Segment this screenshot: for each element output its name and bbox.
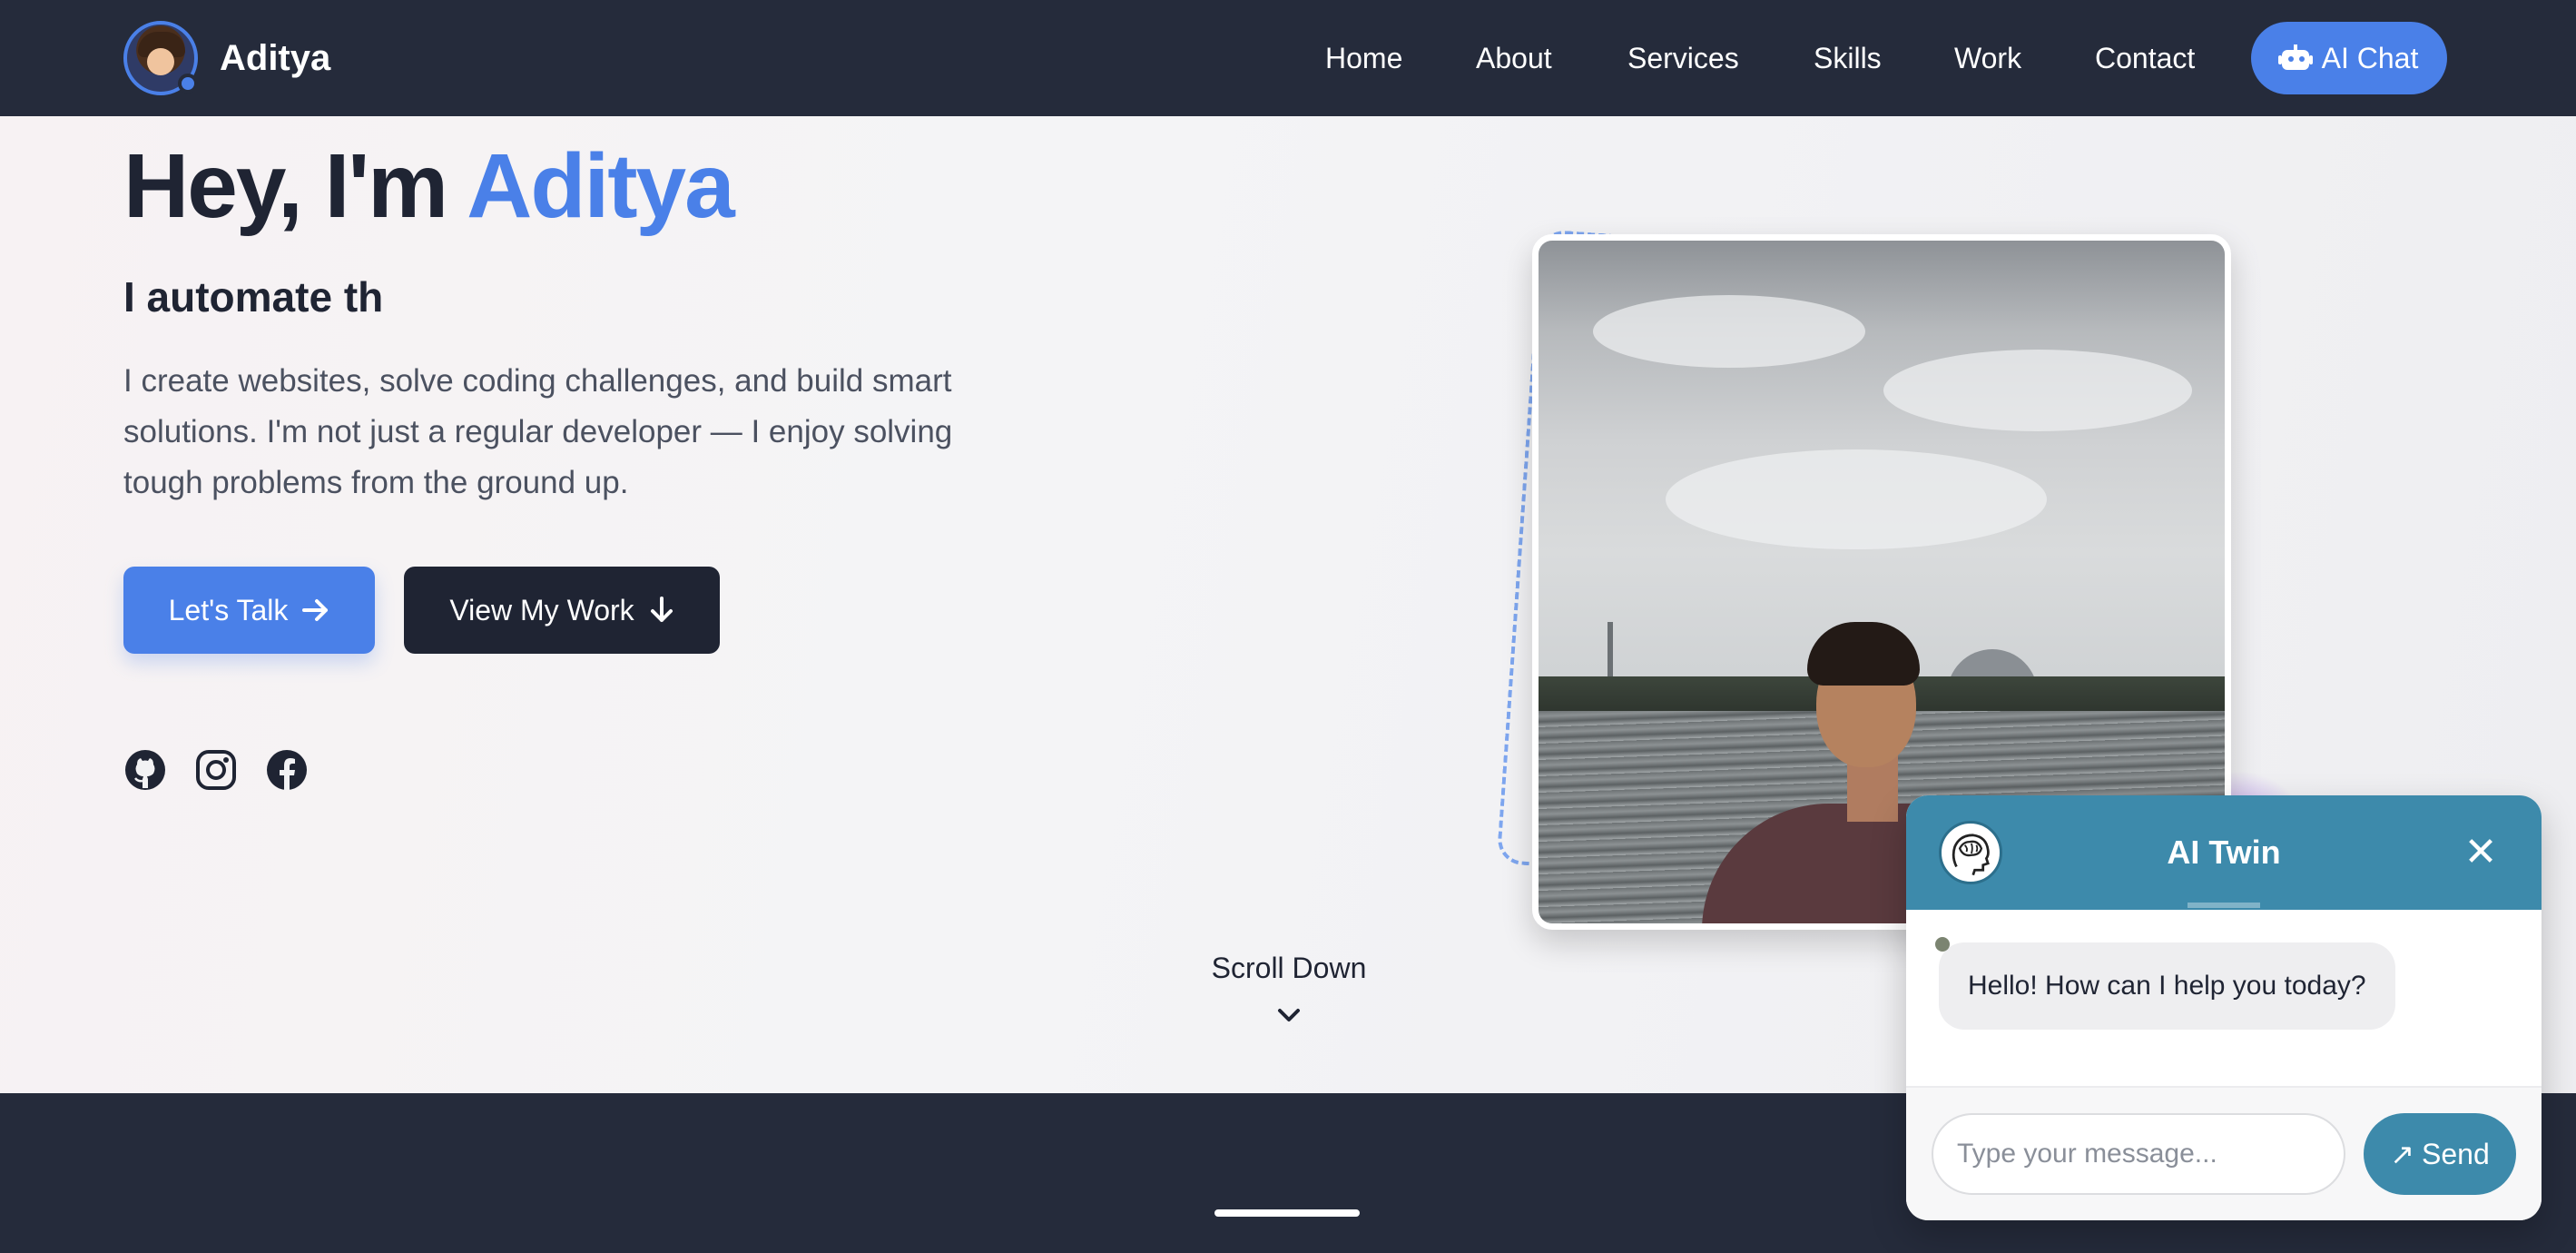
lets-talk-label: Let's Talk [168, 593, 289, 626]
chat-header: AI Twin ✕ [1906, 795, 2542, 910]
nav-link-about[interactable]: About [1476, 42, 1552, 75]
github-icon[interactable] [123, 748, 167, 792]
view-my-work-label: View My Work [449, 593, 634, 626]
nav-link-contact[interactable]: Contact [2095, 42, 2195, 75]
online-status-dot [178, 74, 198, 94]
hero-subtitle: I automate th [123, 273, 384, 321]
scroll-down-label[interactable]: Scroll Down [1153, 952, 1425, 985]
brand-name: Aditya [220, 37, 331, 78]
instagram-icon[interactable] [194, 748, 238, 792]
ai-twin-chat-widget: AI Twin ✕ Hello! How can I help you toda… [1906, 795, 2542, 1220]
chat-title: AI Twin [2167, 834, 2281, 871]
close-icon[interactable]: ✕ [2460, 832, 2502, 873]
view-my-work-button[interactable]: View My Work [404, 567, 720, 654]
bot-status-dot [1935, 937, 1950, 952]
send-label: Send [2422, 1137, 2490, 1170]
hero-name: Aditya [467, 135, 735, 237]
brand[interactable]: Aditya [123, 20, 330, 96]
arrow-right-icon [302, 599, 329, 621]
hero-description: I create websites, solve coding challeng… [123, 363, 953, 500]
lets-talk-button[interactable]: Let's Talk [123, 567, 375, 654]
ai-chat-label: AI Chat [2321, 41, 2419, 74]
ai-chat-button[interactable]: AI Chat [2251, 22, 2447, 94]
bot-message: Hello! How can I help you today? [1939, 942, 2395, 1030]
section-divider [1214, 1209, 1360, 1217]
social-links [123, 748, 309, 792]
arrow-down-icon [650, 597, 673, 622]
nav-link-skills[interactable]: Skills [1814, 42, 1882, 75]
send-button[interactable]: ↗ Send [2364, 1113, 2516, 1195]
hero-title: Hey, I'm Aditya [123, 134, 735, 239]
hero-greeting: Hey, I'm [123, 135, 467, 237]
nav-link-home[interactable]: Home [1325, 42, 1402, 75]
nav-link-services[interactable]: Services [1627, 42, 1739, 75]
facebook-icon[interactable] [265, 748, 309, 792]
header-indicator [2188, 903, 2260, 908]
avatar [123, 21, 198, 95]
robot-icon [2277, 44, 2313, 72]
nav-link-work[interactable]: Work [1954, 42, 2021, 75]
chevron-down-icon[interactable] [1276, 1002, 1302, 1028]
top-navbar: Aditya Home About Services Skills Work C… [0, 0, 2576, 116]
send-arrow-icon: ↗ [2390, 1138, 2415, 1170]
chat-message-input[interactable] [1932, 1113, 2345, 1195]
